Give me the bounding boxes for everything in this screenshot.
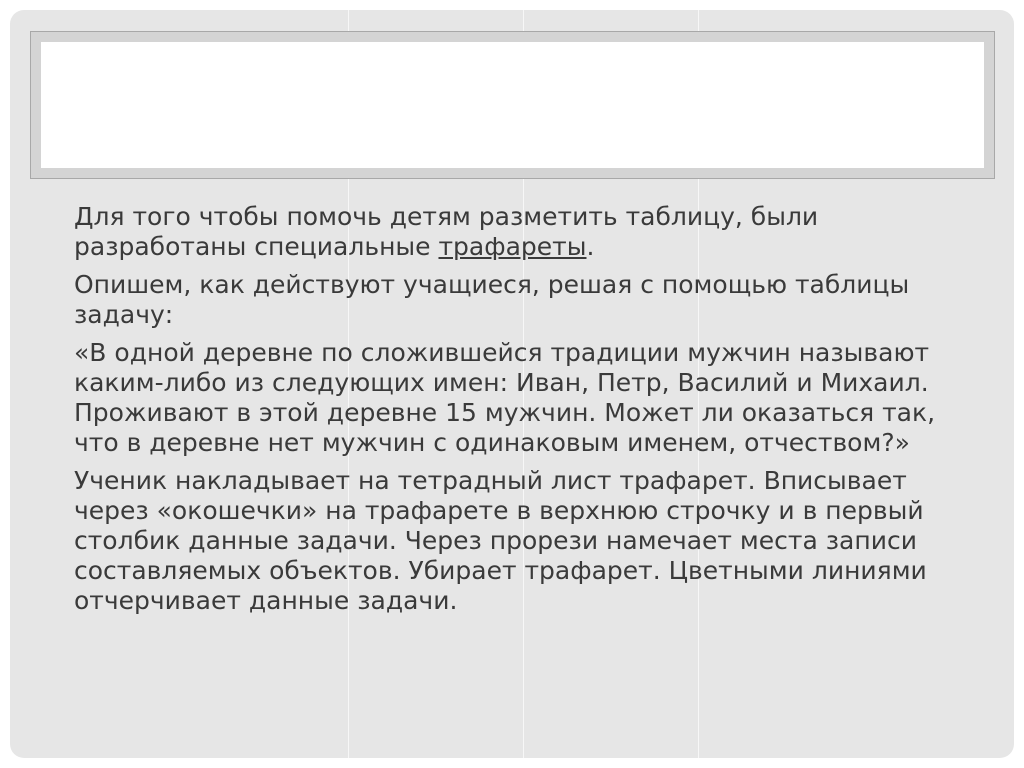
paragraph-text: . [586, 232, 595, 261]
paragraph-intro: Опишем, как действуют учащиеся, решая с … [74, 270, 910, 329]
title-frame [30, 31, 995, 179]
slide-title-box [41, 42, 984, 168]
stencils-link[interactable]: трафареты [438, 232, 586, 261]
paragraph-procedure: Ученик накладывает на тетрадный лист тра… [74, 466, 927, 615]
slide-body: Для того чтобы помочь детям разметить та… [74, 202, 974, 624]
slide: Для того чтобы помочь детям разметить та… [10, 10, 1014, 758]
paragraph-problem: «В одной деревне по сложившейся традиции… [74, 338, 936, 457]
paragraph-stencils: Для того чтобы помочь детям разметить та… [74, 202, 974, 262]
